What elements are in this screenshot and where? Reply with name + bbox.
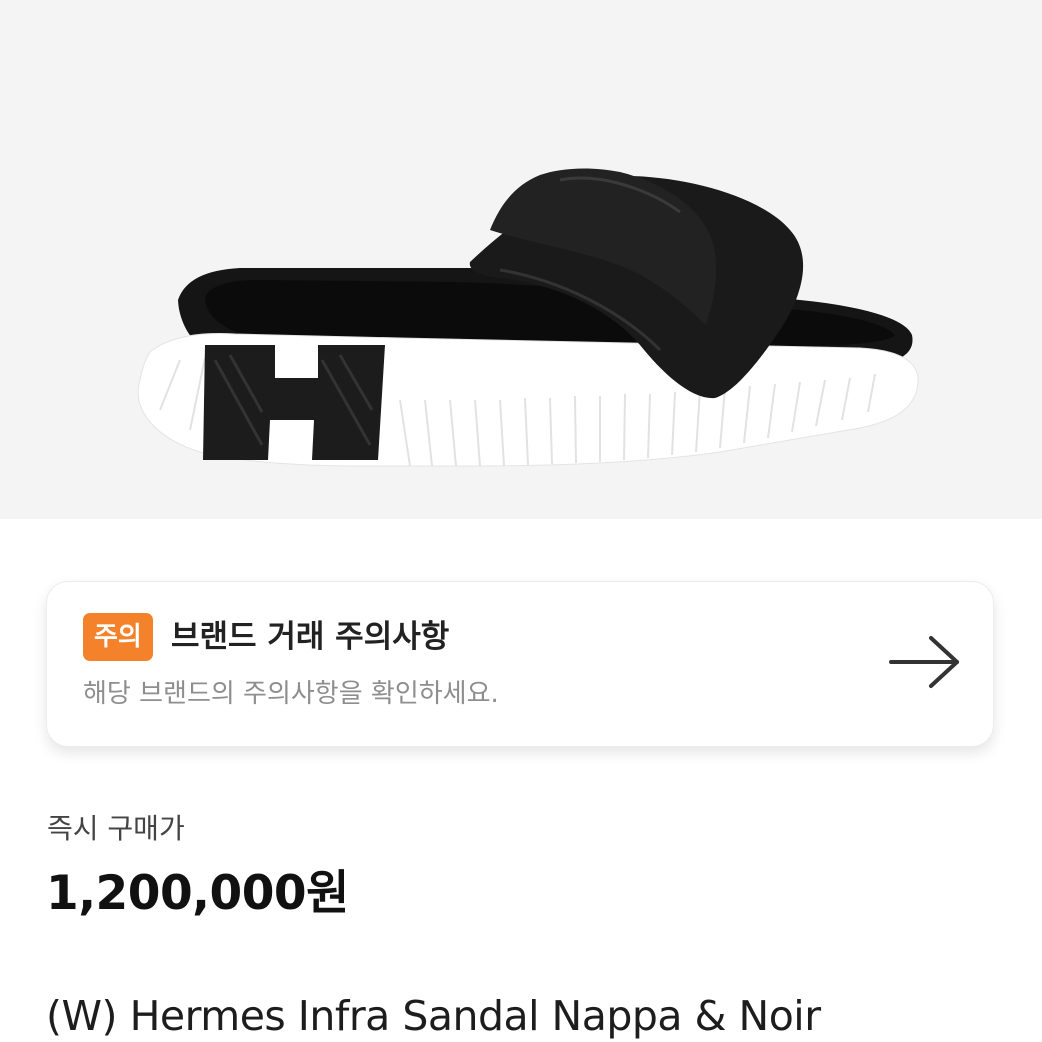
notice-title: 브랜드 거래 주의사항 — [171, 619, 450, 655]
product-image[interactable] — [0, 0, 1042, 519]
arrow-right-icon[interactable] — [887, 632, 963, 692]
product-name: (W) Hermes Infra Sandal Nappa & Noir — [46, 992, 821, 1040]
instant-buy-price-label: 즉시 구매가 — [47, 812, 185, 845]
notice-subtitle: 해당 브랜드의 주의사항을 확인하세요. — [83, 679, 499, 709]
sandal-illustration — [137, 168, 919, 467]
caution-badge: 주의 — [83, 613, 153, 661]
price-value: 1,200,000원 — [46, 866, 349, 921]
product-detail-page: 주의 브랜드 거래 주의사항 해당 브랜드의 주의사항을 확인하세요. 즉시 구… — [0, 0, 1042, 1042]
brand-notice-card[interactable]: 주의 브랜드 거래 주의사항 해당 브랜드의 주의사항을 확인하세요. — [46, 581, 994, 747]
